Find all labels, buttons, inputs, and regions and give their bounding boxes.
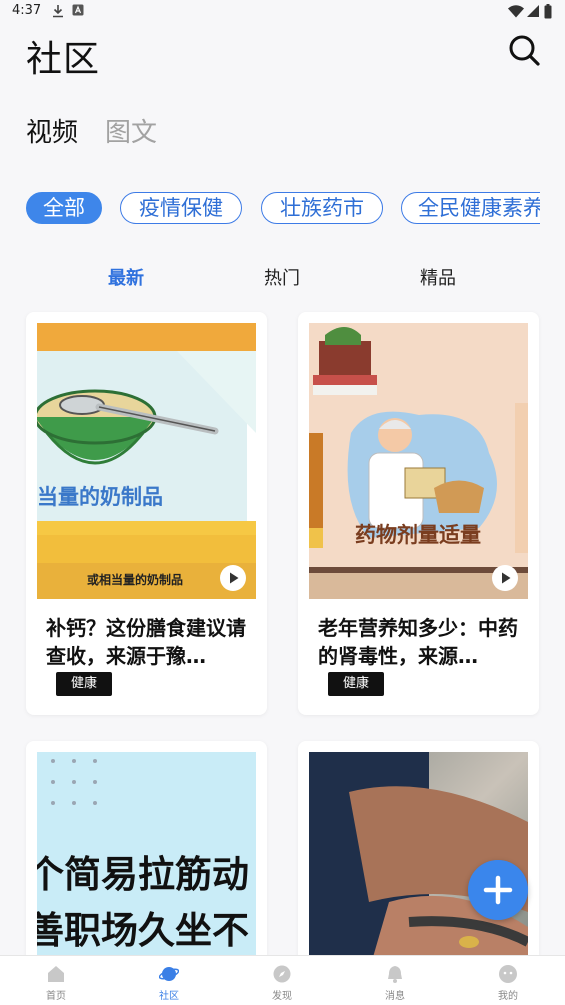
- thumbnail-overlay-text: 个简易拉筋动: [37, 853, 249, 896]
- chip-health-literacy[interactable]: 全民健康素养: [401, 192, 540, 224]
- thumbnail-overlay-text: 药物剂量适量: [355, 523, 481, 547]
- sort-latest[interactable]: 最新: [108, 264, 144, 290]
- search-icon[interactable]: [507, 33, 541, 67]
- thumbnail-caption: 或相当量的奶制品: [87, 573, 184, 587]
- status-time: 4:37: [12, 3, 42, 18]
- video-card[interactable]: 药物剂量适量 老年营养知多少：中药的肾毒性，来源… 健康: [298, 312, 539, 715]
- home-icon: [48, 966, 64, 982]
- tab-image-text[interactable]: 图文: [105, 112, 157, 149]
- video-thumbnail[interactable]: 个简易拉筋动 善职场久坐不: [37, 752, 256, 971]
- battery-icon: [544, 4, 552, 19]
- signal-icon: [527, 5, 539, 17]
- card-title[interactable]: 补钙？这份膳食建议请查收，来源于豫…: [46, 614, 252, 670]
- card-title[interactable]: 老年营养知多少：中药的肾毒性，来源…: [318, 614, 524, 670]
- video-thumbnail[interactable]: 药物剂量适量: [309, 323, 528, 599]
- nav-discover[interactable]: 发现: [247, 956, 317, 1005]
- nav-label: 社区: [159, 991, 179, 1002]
- nav-label: 消息: [385, 991, 405, 1002]
- play-icon[interactable]: [492, 565, 518, 591]
- nav-home[interactable]: 首页: [21, 956, 91, 1005]
- video-thumbnail[interactable]: 当量的奶制品 或相当量的奶制品: [37, 323, 256, 599]
- chip-epidemic-care[interactable]: 疫情保健: [120, 192, 242, 224]
- chip-zhuang-medicine[interactable]: 壮族药市: [261, 192, 383, 224]
- bottom-nav: 首页 社区 发现 消息 我的: [0, 955, 565, 1005]
- nav-messages[interactable]: 消息: [360, 956, 430, 1005]
- status-bar: 4:37: [0, 0, 565, 24]
- nav-label: 首页: [46, 991, 66, 1002]
- play-icon[interactable]: [220, 565, 246, 591]
- tag-badge: 健康: [56, 672, 112, 696]
- sort-featured[interactable]: 精品: [420, 264, 456, 290]
- nav-community[interactable]: 社区: [134, 956, 204, 1005]
- bell-icon: [388, 966, 402, 983]
- planet-icon: [159, 967, 179, 981]
- nav-label: 发现: [272, 991, 292, 1002]
- sort-hot[interactable]: 热门: [264, 264, 300, 290]
- thumbnail-overlay-text: 当量的奶制品: [37, 485, 163, 509]
- tag-badge: 健康: [328, 672, 384, 696]
- page-title: 社区: [26, 39, 101, 80]
- video-card[interactable]: [298, 741, 539, 971]
- notification-icon: [72, 4, 84, 16]
- wifi-icon: [508, 5, 524, 18]
- add-post-button[interactable]: [468, 860, 528, 920]
- nav-profile[interactable]: 我的: [473, 956, 543, 1005]
- chip-all[interactable]: 全部: [26, 192, 102, 224]
- nav-label: 我的: [498, 991, 518, 1002]
- video-card[interactable]: 个简易拉筋动 善职场久坐不: [26, 741, 267, 971]
- video-card[interactable]: 当量的奶制品 或相当量的奶制品 补钙？这份膳食建议请查收，来源于豫… 健康: [26, 312, 267, 715]
- tab-video[interactable]: 视频: [26, 112, 78, 149]
- download-icon: [53, 5, 63, 18]
- category-chips: 全部 疫情保健 壮族药市 全民健康素养: [26, 192, 540, 226]
- thumbnail-overlay-text: 善职场久坐不: [37, 909, 249, 952]
- user-icon: [499, 965, 517, 983]
- compass-icon: [273, 965, 291, 983]
